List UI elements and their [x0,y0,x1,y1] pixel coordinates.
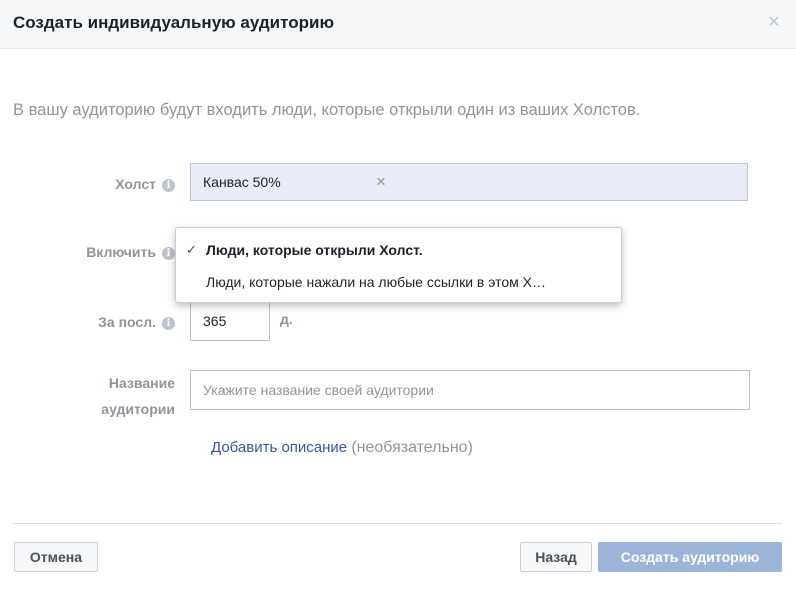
option-label: Люди, которые нажали на любые ссылки в э… [206,274,546,290]
include-label-row: Включить i [40,239,175,265]
add-description-link[interactable]: Добавить описание [211,439,347,456]
info-icon[interactable]: i [162,247,175,260]
checkmark-icon: ✓ [186,242,197,257]
canvas-label: Холст [115,176,156,192]
retention-unit: д. [280,311,293,327]
close-icon[interactable]: × [764,11,784,33]
optional-hint: (необязательно) [351,439,473,456]
create-audience-button[interactable]: Создать аудиторию [598,542,782,572]
back-button[interactable]: Назад [520,542,592,572]
canvas-token: Канвас 50% [203,174,281,190]
remove-token-icon[interactable]: × [376,172,386,192]
include-option-opened[interactable]: ✓ Люди, которые открыли Холст. [176,235,621,265]
cancel-button[interactable]: Отмена [14,542,98,572]
create-custom-audience-dialog: Создать индивидуальную аудиторию × В ваш… [0,0,796,590]
retention-label: За посл. [98,314,156,330]
canvas-token-field[interactable]: Канвас 50% × [190,163,748,201]
dialog-title: Создать индивидуальную аудиторию [13,13,334,32]
description-row: Добавить описание (необязательно) [211,437,473,459]
footer-divider [12,523,782,524]
option-label: Люди, которые открыли Холст. [206,242,423,258]
audience-name-label: Название аудитории [101,375,175,417]
dialog-header: Создать индивидуальную аудиторию × [0,0,796,49]
include-option-clicked-links[interactable]: Люди, которые нажали на любые ссылки в э… [176,267,621,297]
audience-name-input[interactable] [190,370,750,410]
canvas-label-row: Холст i [60,171,175,197]
retention-label-row: За посл. i [40,309,175,335]
retention-days-input[interactable] [190,301,270,341]
include-dropdown-menu: ✓ Люди, которые открыли Холст. Люди, кот… [175,227,622,303]
include-label: Включить [86,244,156,260]
info-icon[interactable]: i [162,179,175,192]
info-icon[interactable]: i [162,317,175,330]
intro-text: В вашу аудиторию будут входить люди, кот… [13,101,641,119]
